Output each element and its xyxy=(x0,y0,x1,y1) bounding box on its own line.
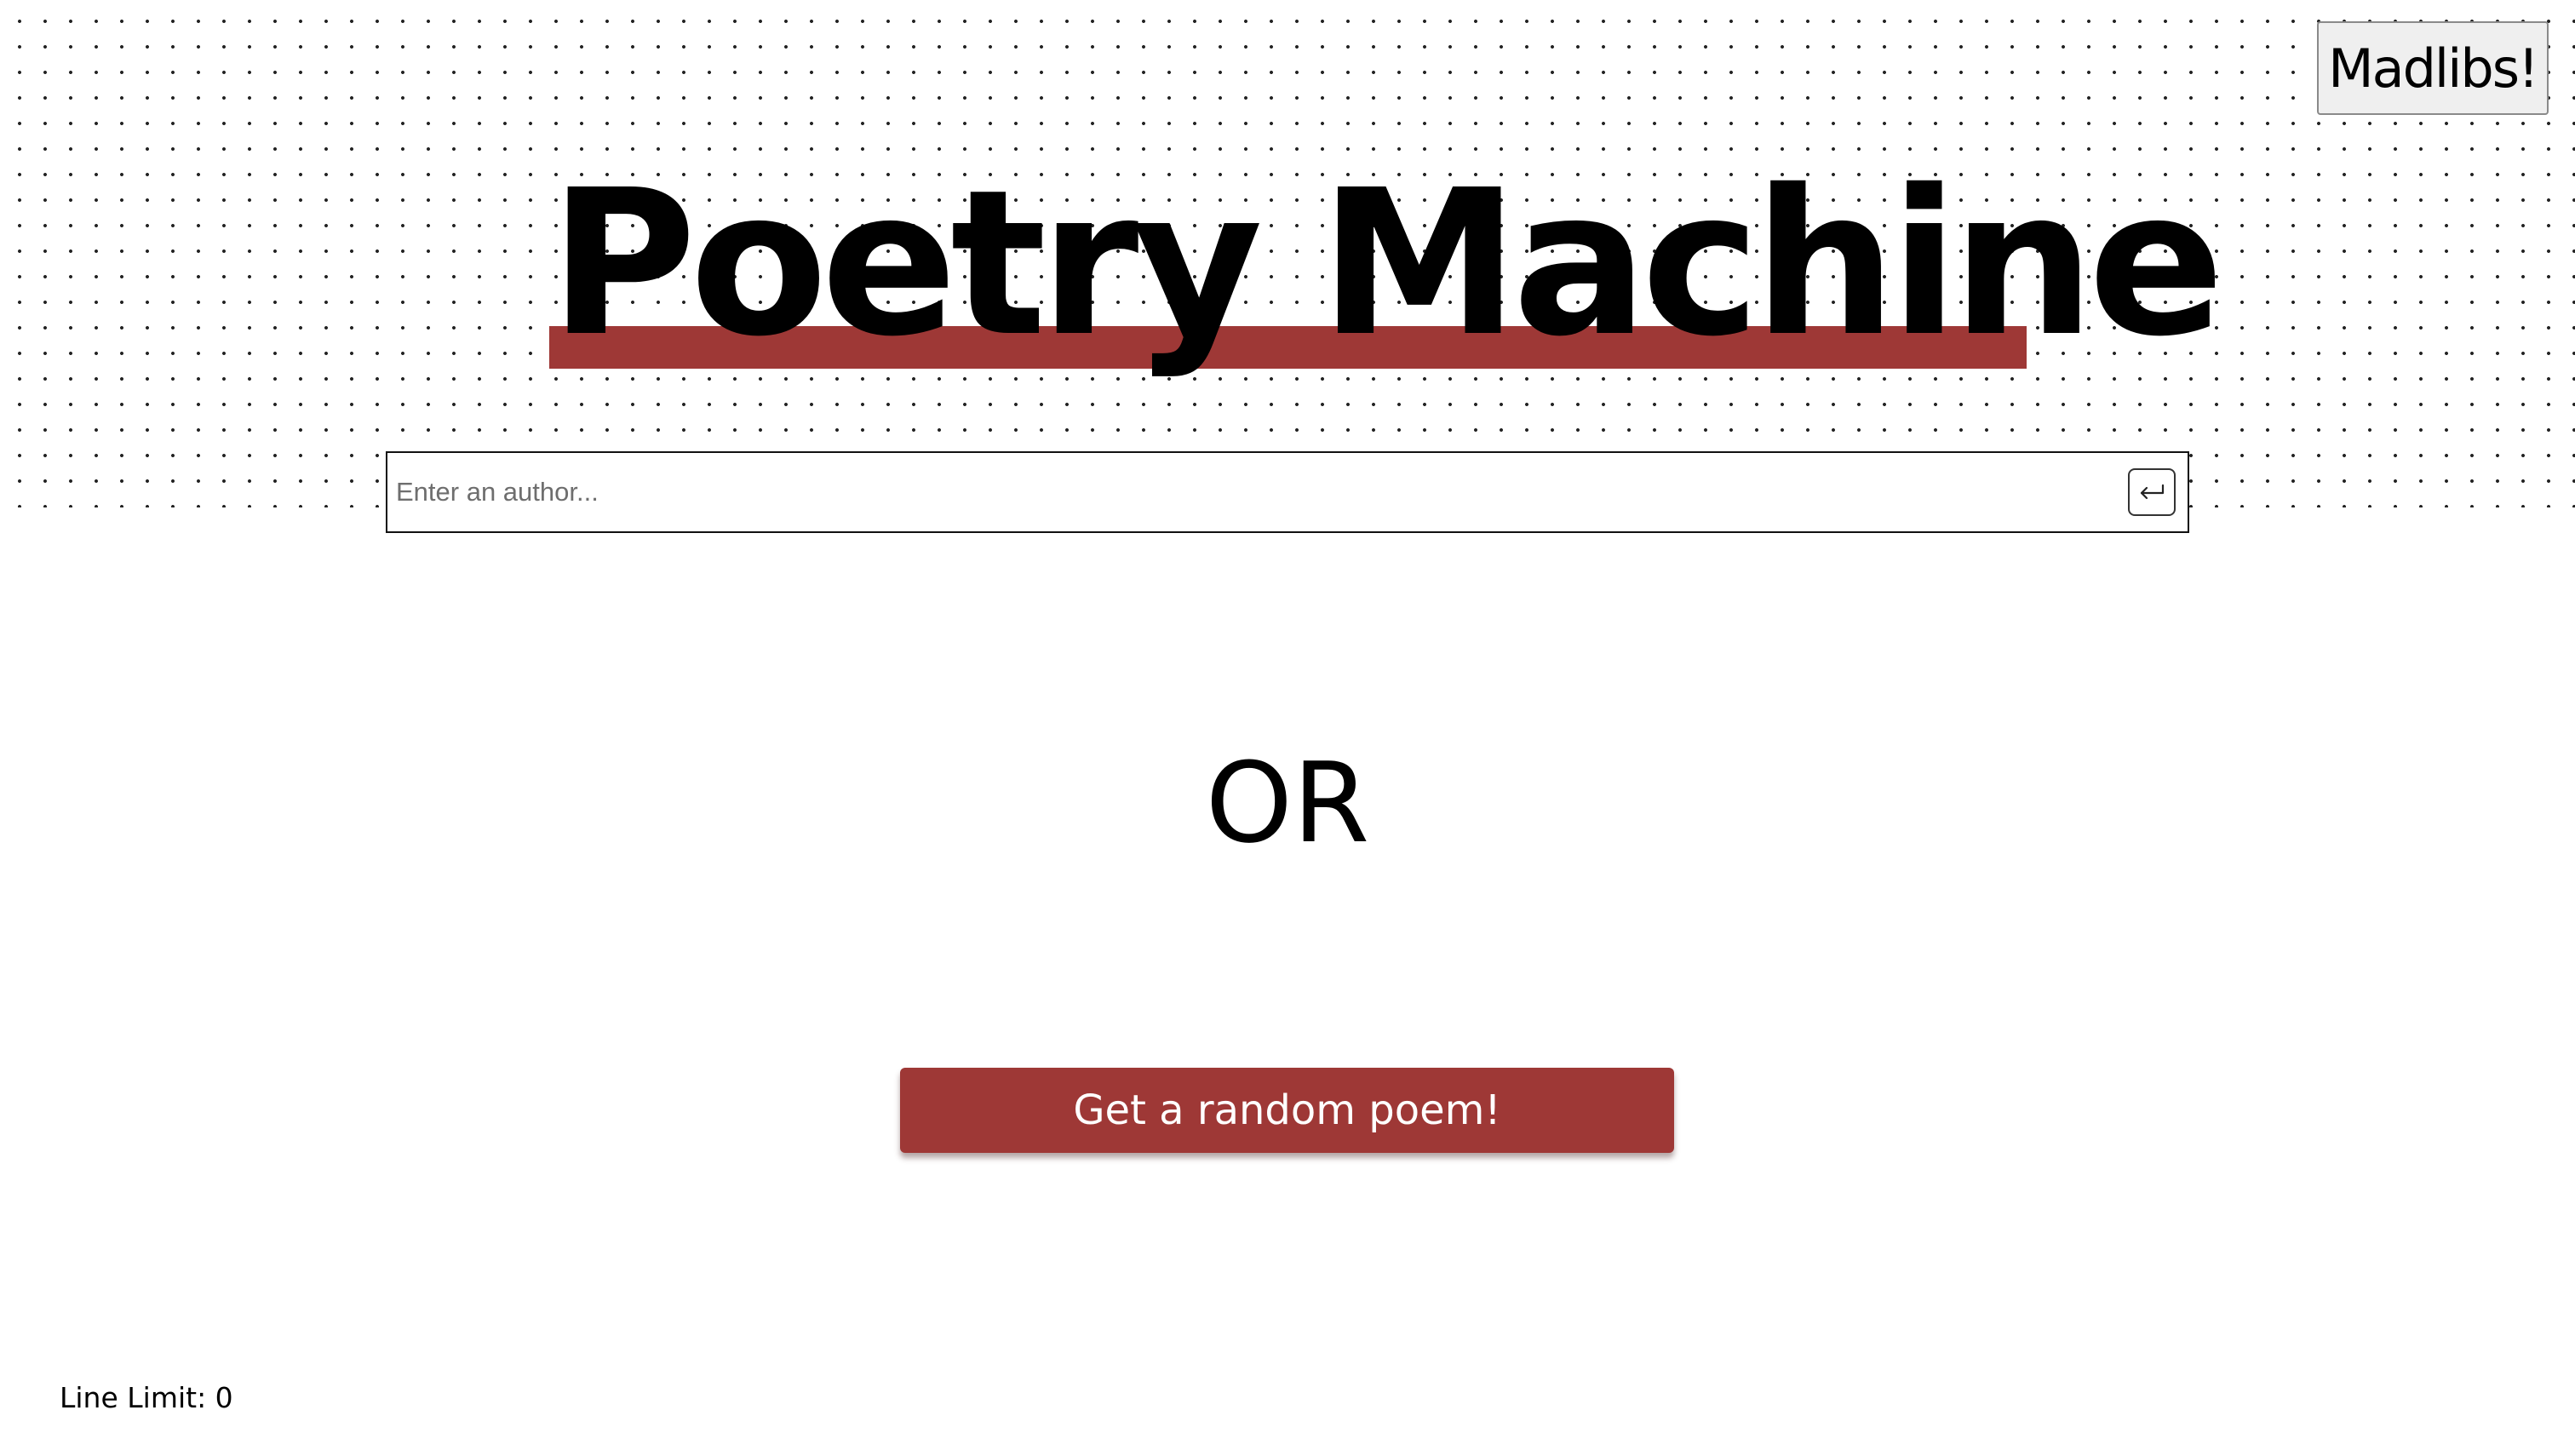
author-search-box xyxy=(386,451,2189,533)
title-block: Poetry Machine xyxy=(549,146,2224,381)
random-poem-button[interactable]: Get a random poem! xyxy=(900,1068,1674,1153)
return-arrow-icon xyxy=(2140,484,2165,500)
or-separator: OR xyxy=(1205,738,1370,868)
submit-author-button[interactable] xyxy=(2128,468,2176,516)
author-search-input[interactable] xyxy=(387,453,2128,531)
page-title: Poetry Machine xyxy=(549,146,2224,381)
madlibs-button[interactable]: Madlibs! xyxy=(2317,21,2549,115)
page: Madlibs! Poetry Machine OR Get a random … xyxy=(0,0,2575,1456)
line-limit-label: Line Limit: 0 xyxy=(60,1381,233,1414)
